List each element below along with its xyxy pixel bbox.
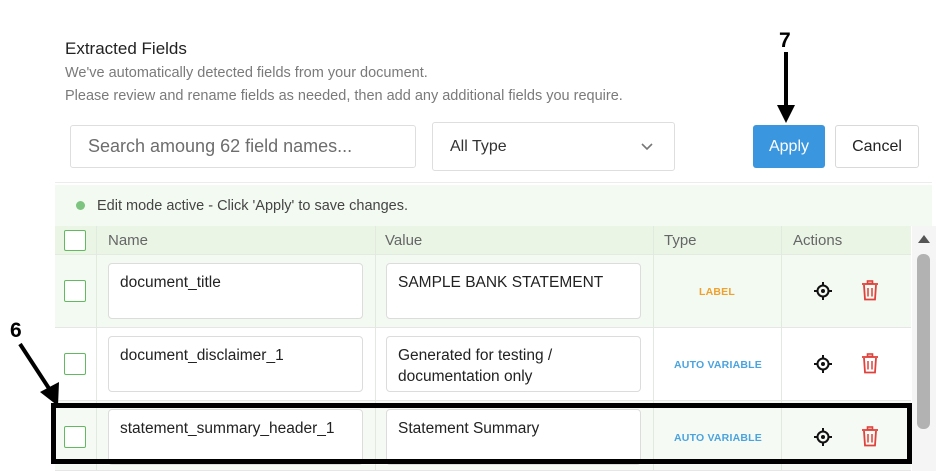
annotation-highlight-box: [51, 403, 912, 464]
type-filter-value: All Type: [450, 137, 507, 155]
column-header-type: Type: [664, 232, 697, 249]
type-badge: LABEL: [699, 286, 735, 298]
crosshair-icon[interactable]: [813, 281, 833, 301]
table-header: Name Value Type Actions: [55, 226, 911, 255]
scroll-up-arrow-icon[interactable]: [918, 235, 930, 243]
page-description-line-1: We've automatically detected fields from…: [65, 65, 428, 81]
status-text: Edit mode active - Click 'Apply' to save…: [97, 197, 408, 214]
annotation-arrow-down-icon: [777, 52, 795, 123]
table-row: document_disclaimer_1 Generated for test…: [55, 328, 911, 401]
annotation-arrow-diagonal-icon: [18, 342, 59, 406]
trash-icon[interactable]: [861, 280, 879, 301]
column-header-name: Name: [108, 232, 149, 249]
field-value-text-line-1: Generated for testing /: [398, 347, 553, 364]
field-name-text: document_title: [120, 274, 221, 291]
divider: [55, 182, 932, 183]
column-header-value: Value: [385, 232, 423, 249]
search-input[interactable]: [70, 125, 416, 168]
status-dot-icon: [76, 201, 85, 210]
row-checkbox[interactable]: [64, 280, 86, 302]
apply-button[interactable]: Apply: [753, 125, 825, 168]
scrollbar-thumb[interactable]: [917, 254, 930, 429]
type-filter-select[interactable]: All Type: [432, 122, 675, 171]
vertical-scrollbar[interactable]: [912, 226, 936, 471]
field-value-text-line-2: documentation only: [398, 368, 533, 385]
chevron-down-icon: [641, 143, 653, 151]
field-name-input[interactable]: document_disclaimer_1: [108, 336, 363, 392]
crosshair-icon[interactable]: [813, 354, 833, 374]
field-value-input[interactable]: Generated for testing / documentation on…: [386, 336, 641, 392]
table-row: document_title SAMPLE BANK STATEMENT LAB…: [55, 255, 911, 328]
cancel-button[interactable]: Cancel: [835, 125, 919, 168]
field-value-text: SAMPLE BANK STATEMENT: [398, 274, 604, 291]
type-badge: AUTO VARIABLE: [674, 359, 762, 371]
page-description-line-2: Please review and rename fields as neede…: [65, 88, 623, 104]
trash-icon[interactable]: [861, 353, 879, 374]
field-name-text: document_disclaimer_1: [120, 347, 284, 364]
column-header-actions: Actions: [793, 232, 843, 249]
row-checkbox[interactable]: [64, 353, 86, 375]
field-value-input[interactable]: SAMPLE BANK STATEMENT: [386, 263, 641, 319]
page-title: Extracted Fields: [65, 39, 187, 58]
select-all-checkbox[interactable]: [64, 230, 86, 251]
edit-mode-status: Edit mode active - Click 'Apply' to save…: [55, 185, 932, 226]
field-name-input[interactable]: document_title: [108, 263, 363, 319]
